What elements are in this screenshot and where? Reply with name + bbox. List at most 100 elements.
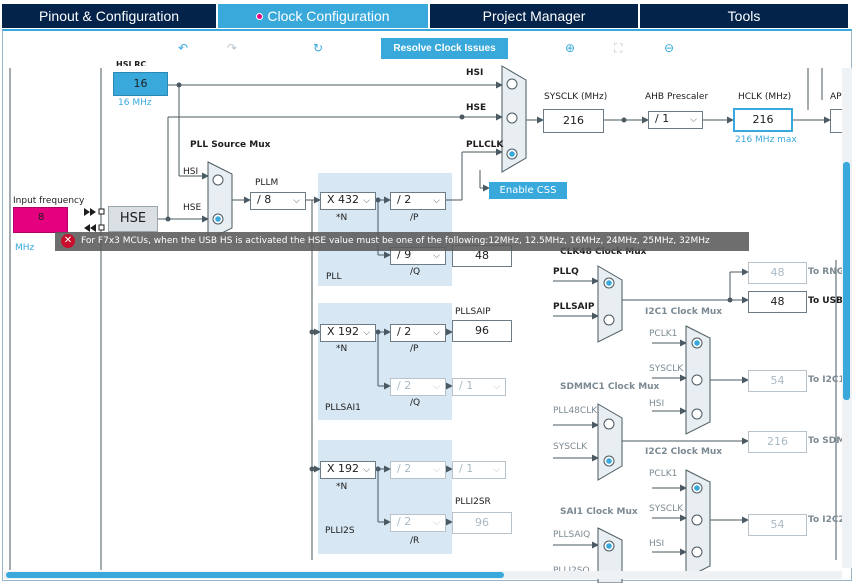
plli2s-name-label: PLLI2S: [325, 526, 355, 536]
plli2s-n-select[interactable]: X 192 ⌵: [320, 461, 376, 479]
pll-source-mux-title: PLL Source Mux: [190, 140, 271, 150]
pll-n-select[interactable]: X 432 ⌵: [320, 192, 376, 210]
plli2s-n-label: *N: [336, 482, 348, 492]
i2c2-hsi-label: HSI: [649, 539, 665, 549]
usb-output-value: 48: [748, 291, 807, 313]
pllsai-name-label: PLLSAI1: [325, 403, 361, 413]
pllsai-div-select[interactable]: / 1 ⌵: [452, 378, 506, 396]
chevron-down-icon: ⌵: [493, 382, 500, 392]
pllsai-n-label: *N: [336, 344, 348, 354]
sdmmc-output-value: 216: [748, 431, 807, 453]
pllsai-q-value: / 2: [397, 379, 412, 392]
pll-source-hse-label: HSE: [183, 203, 202, 213]
pllsaip-label: PLLSAIP: [455, 307, 491, 317]
sdmmc1-mux: [597, 403, 623, 481]
tooltip-text: For F7x3 MCUs, when the USB HS is activa…: [81, 236, 710, 246]
sysclk-value: 216: [543, 109, 604, 133]
clk48-mux: [597, 265, 623, 343]
plli2s-p-value: / 2: [397, 462, 412, 475]
chevron-down-icon: ⌵: [363, 465, 370, 475]
rng-output-value: 48: [748, 262, 807, 284]
pllsai-p-label: /P: [410, 344, 419, 354]
pll-name-label: PLL: [326, 272, 342, 282]
vertical-scroll-thumb[interactable]: [843, 162, 850, 400]
i2c2-output-value: 54: [748, 514, 807, 536]
pll-p-select[interactable]: / 2 ⌵: [390, 192, 446, 210]
hclk-max-label: 216 MHz max: [735, 135, 797, 145]
sysmux-hse-label: HSE: [466, 103, 487, 113]
i2c2-sysclk-label: SYSCLK: [649, 504, 684, 514]
chevron-down-icon: ⌵: [363, 328, 370, 338]
input-frequency-label: Input frequency: [13, 196, 85, 206]
chevron-down-icon: ⌵: [493, 465, 500, 475]
horizontal-scroll-thumb[interactable]: [6, 572, 504, 578]
hclk-label: HCLK (MHz): [738, 92, 792, 102]
enable-css-button[interactable]: Enable CSS: [489, 182, 567, 199]
clock-configuration-app: Pinout & Configuration Clock Configurati…: [0, 0, 854, 583]
rng-output-label: To RNG: [808, 267, 845, 277]
sai1-mux-title: SAI1 Clock Mux: [560, 507, 638, 517]
i2c1-mux-title: I2C1 Clock Mux: [645, 307, 723, 317]
sai1-pllsaiq-label: PLLSAIQ: [553, 530, 591, 540]
chevron-down-icon: ⌵: [363, 196, 370, 206]
pll-n-value: X 432: [327, 193, 360, 206]
hsi-value-box: 16: [113, 72, 168, 96]
pllm-label: PLLM: [255, 178, 279, 188]
ahb-prescaler-value: / 1: [655, 112, 670, 125]
usb-output-label: To USB: [808, 296, 843, 306]
chevron-down-icon: ⌵: [433, 518, 440, 528]
i2c1-output-label: To I2C1: [808, 375, 845, 385]
i2c2-pclk1-label: PCLK1: [649, 469, 678, 479]
ahb-prescaler-select[interactable]: / 1 ⌵: [648, 111, 703, 129]
pllsai-n-value: X 192: [327, 325, 360, 338]
input-mhz-label: MHz: [15, 243, 35, 253]
sdmmc1-mux-title: SDMMC1 Clock Mux: [560, 382, 660, 392]
plli2sr-value: 96: [452, 512, 512, 534]
chevron-down-icon: ⌵: [433, 328, 440, 338]
i2c1-sysclk-label: SYSCLK: [649, 364, 684, 374]
clk48-pllq-label: PLLQ: [553, 267, 579, 277]
pll-source-hsi-label: HSI: [183, 167, 199, 177]
pll-q-label: /Q: [410, 267, 421, 277]
hclk-value-field[interactable]: 216: [733, 108, 793, 132]
sdmmc-output-label: To SDM: [808, 436, 846, 446]
chevron-down-icon: ⌵: [433, 382, 440, 392]
plli2s-r-select[interactable]: / 2 ⌵: [390, 514, 446, 532]
hsi-rc-label: HSI RC: [116, 60, 147, 66]
plli2s-p-div-select[interactable]: / 1 ⌵: [452, 461, 506, 479]
hse-error-tooltip: ✕ For F7x3 MCUs, when the USB HS is acti…: [55, 232, 749, 251]
chevron-down-icon: ⌵: [433, 196, 440, 206]
pll-source-mux: [207, 161, 233, 241]
plli2s-n-value: X 192: [327, 462, 360, 475]
plli2s-r-label: /R: [410, 536, 420, 546]
pllm-select[interactable]: / 8 ⌵: [250, 192, 306, 210]
sysmux-hsi-label: HSI: [466, 68, 484, 78]
chevron-down-icon: ⌵: [433, 251, 440, 261]
pllsai-n-select[interactable]: X 192 ⌵: [320, 324, 376, 342]
hse-input-frequency-field[interactable]: 8: [13, 207, 68, 233]
pllsai-q-label: /Q: [410, 398, 421, 408]
hsi-frequency-label: 16 MHz: [118, 98, 152, 108]
hse-oscillator-block: HSE: [108, 206, 158, 232]
i2c2-mux-title: I2C2 Clock Mux: [645, 447, 723, 457]
apb-label: AP: [830, 92, 842, 102]
i2c2-output-label: To I2C2: [808, 515, 845, 525]
error-icon: ✕: [61, 234, 75, 248]
pllsaip-value: 96: [452, 320, 512, 342]
pll-p-value: / 2: [397, 193, 412, 206]
pllsai-q-select[interactable]: / 2 ⌵: [390, 378, 446, 396]
clk48-pllsaip-label: PLLSAIP: [553, 302, 595, 312]
chevron-down-icon: ⌵: [293, 196, 300, 206]
sysmux-pllclk-label: PLLCLK: [466, 140, 504, 150]
ahb-prescaler-label: AHB Prescaler: [645, 92, 709, 102]
i2c1-output-value: 54: [748, 370, 807, 392]
i2c1-hsi-label: HSI: [649, 399, 665, 409]
pllsai-p-value: / 2: [397, 325, 412, 338]
pllsai-div-value: / 1: [459, 379, 474, 392]
chevron-down-icon: ⌵: [433, 465, 440, 475]
pllsai-p-select[interactable]: / 2 ⌵: [390, 324, 446, 342]
plli2s-r-value: / 2: [397, 515, 412, 528]
plli2sr-label: PLLI2SR: [455, 497, 491, 507]
pll-n-label: *N: [336, 213, 348, 223]
plli2s-p-select[interactable]: / 2 ⌵: [390, 461, 446, 479]
